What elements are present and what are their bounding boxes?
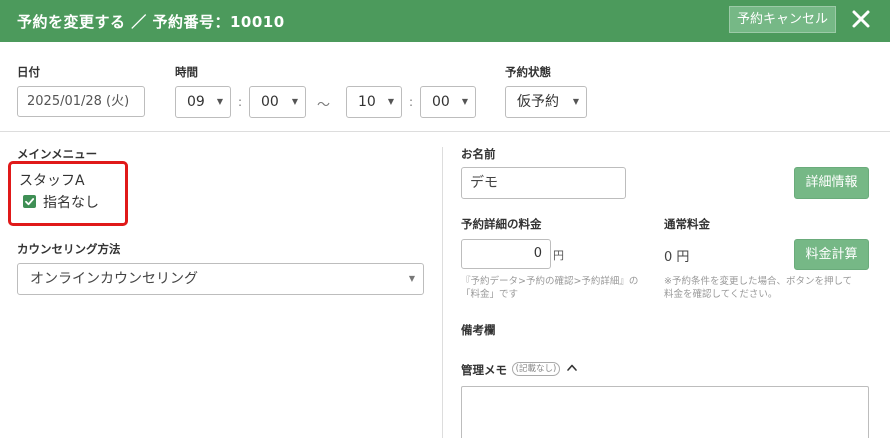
regular-fee-value: 0 円 xyxy=(664,250,690,265)
date-field[interactable]: 2025/01/28 (火) xyxy=(17,86,145,117)
start-minute-value: 00 xyxy=(261,94,279,110)
details-button[interactable]: 詳細情報 xyxy=(794,167,869,199)
end-minute-value: 00 xyxy=(432,94,450,110)
memo-label: 管理メモ xyxy=(461,363,507,377)
counseling-label: カウンセリング方法 xyxy=(17,242,121,256)
regular-fee-label: 通常料金 xyxy=(664,217,710,231)
regular-fee-note-line2: 料金を確認してください。 xyxy=(664,289,778,300)
memo-badge-text: 記載なし xyxy=(518,364,553,374)
dialog-title: 予約を変更する ／ 予約番号：10010 xyxy=(17,13,285,31)
main-menu-label: メインメニュー xyxy=(17,147,98,161)
remarks-label: 備考欄 xyxy=(461,323,496,337)
close-icon[interactable] xyxy=(849,6,873,32)
calculate-fee-button[interactable]: 料金計算 xyxy=(794,239,869,270)
chevron-down-icon: ▼ xyxy=(387,97,394,106)
memo-status-badge: (記載なし) xyxy=(512,362,560,376)
memo-textarea[interactable] xyxy=(461,386,869,438)
time-label: 時間 xyxy=(175,65,198,79)
chevron-down-icon: ▼ xyxy=(408,274,415,283)
fee-note-line2: 「料金」です xyxy=(461,289,519,300)
no-nomination-label[interactable]: 指名なし xyxy=(43,192,99,212)
time-range-tilde: ～ xyxy=(317,98,331,113)
chevron-down-icon: ▼ xyxy=(572,97,579,106)
cancel-reservation-button[interactable]: 予約キャンセル xyxy=(729,6,836,33)
chevron-down-icon: ▼ xyxy=(216,97,223,106)
status-value: 仮予約 xyxy=(517,94,559,110)
fee-input[interactable]: 0 xyxy=(461,239,551,269)
start-hour-select[interactable]: 09 ▼ xyxy=(175,86,231,118)
chevron-up-icon[interactable] xyxy=(566,360,578,376)
dialog-header: 予約を変更する ／ 予約番号：10010 予約キャンセル xyxy=(0,0,890,42)
end-minute-select[interactable]: 00 ▼ xyxy=(420,86,476,118)
customer-name-label: お名前 xyxy=(461,147,496,161)
chevron-down-icon: ▼ xyxy=(461,97,468,106)
end-hour-select[interactable]: 10 ▼ xyxy=(346,86,402,118)
date-label: 日付 xyxy=(17,65,40,79)
start-minute-select[interactable]: 00 ▼ xyxy=(249,86,306,118)
divider xyxy=(0,131,890,132)
regular-fee-note-line1: ※予約条件を変更した場合、ボタンを押して xyxy=(664,276,853,287)
counseling-method-select[interactable]: オンラインカウンセリング ▼ xyxy=(17,263,424,295)
counseling-method-value: オンラインカウンセリング xyxy=(30,271,198,287)
fee-note-line1: 『予約データ>予約の確認>予約詳細』の xyxy=(461,276,639,287)
column-divider xyxy=(442,147,443,438)
staff-name: スタッフA xyxy=(19,173,85,189)
time-colon: : xyxy=(238,95,243,109)
status-label: 予約状態 xyxy=(505,65,551,79)
status-select[interactable]: 仮予約 ▼ xyxy=(505,86,587,118)
start-hour-value: 09 xyxy=(187,94,205,110)
end-hour-value: 10 xyxy=(358,94,376,110)
customer-name-input[interactable]: デモ xyxy=(461,167,626,199)
fee-unit: 円 xyxy=(553,249,564,262)
chevron-down-icon: ▼ xyxy=(291,97,298,106)
no-nomination-checkbox[interactable] xyxy=(23,195,36,208)
fee-label: 予約詳細の料金 xyxy=(461,217,542,231)
time-colon: : xyxy=(409,95,414,109)
